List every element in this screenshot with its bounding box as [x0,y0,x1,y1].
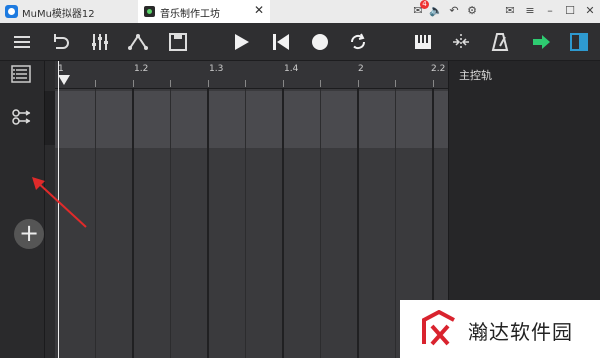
maximize-icon[interactable]: ☐ [562,3,578,19]
watermark: 瀚达软件园 [400,300,600,358]
timeline-ruler[interactable]: 1 1.2 1.3 1.4 2 2.2 [55,61,448,89]
ruler-tick [395,80,396,87]
skip-to-start-icon[interactable] [270,31,292,53]
ruler-label: 2.2 [431,64,446,74]
save-icon[interactable] [167,31,189,53]
ruler-tick [283,80,284,87]
ruler-tick [433,80,434,87]
piano-keys-icon[interactable] [412,31,434,53]
ruler-label: 2 [358,64,364,74]
ruler-tick [358,80,359,87]
app-toolbar [0,23,600,61]
ruler-tick [208,80,209,87]
menu-icon[interactable] [11,31,33,53]
app-title: MuMu模拟器12 [22,9,95,20]
grid-line [282,89,284,358]
undo-icon[interactable] [49,31,71,53]
back-icon[interactable]: ↶ [446,3,462,19]
metronome-icon[interactable] [489,31,511,53]
grid-line [320,89,321,358]
ruler-tick [170,80,171,87]
ruler-tick [95,80,96,87]
tab-close-icon[interactable]: ✕ [254,3,264,17]
arrange-grid[interactable] [55,89,448,358]
automation-icon[interactable] [127,31,149,53]
ruler-label: 1.4 [284,64,299,74]
ruler-tick [133,80,134,87]
watermark-text: 瀚达软件园 [468,320,573,344]
minimize-icon[interactable]: – [542,3,558,19]
annotation-arrow [32,177,87,228]
arrow-right-icon[interactable] [530,31,552,53]
play-icon[interactable] [230,31,252,53]
emulator-titlebar: MuMu模拟器12 音乐制作工坊 ✕ ✉ 4 🔈 ↶ ⚙ ✉ ≡ – ☐ ✕ [0,0,600,24]
mail-icon[interactable]: ✉ 4 [410,0,429,19]
record-icon[interactable] [309,31,331,53]
split-icon[interactable] [450,31,472,53]
music-studio-tab-icon [144,6,155,17]
grid-line [132,89,134,358]
tab-music-studio[interactable]: 音乐制作工坊 ✕ [138,0,270,24]
mixer-icon[interactable] [89,31,111,53]
grid-line [170,89,171,358]
close-icon[interactable]: ✕ [582,3,598,19]
playhead-marker[interactable] [58,75,70,85]
watermark-logo-icon [422,310,455,346]
track-row[interactable] [55,91,448,148]
master-track-label: 主控轨 [459,69,492,82]
ruler-label: 1.3 [209,64,224,74]
menu-icon[interactable]: ≡ [522,3,538,19]
loop-icon[interactable] [347,31,369,53]
track-list-icon[interactable] [11,65,31,83]
ruler-tick [320,80,321,87]
settings-dropdown-icon[interactable]: ⚙ [464,3,480,19]
panel-toggle-icon[interactable] [568,31,590,53]
grid-line [95,89,96,358]
speaker-icon[interactable]: 🔈 [428,3,444,19]
grid-line [357,89,359,358]
ruler-tick [245,80,246,87]
tab-label: 音乐制作工坊 [160,9,220,20]
mail-alert-icon[interactable]: ✉ [502,3,518,19]
grid-line [395,89,396,358]
mumu-logo-icon [5,5,18,18]
ruler-label: 1.2 [134,64,149,74]
grid-line [245,89,246,358]
grid-line [207,89,209,358]
track-instrument-icon[interactable] [10,106,34,128]
